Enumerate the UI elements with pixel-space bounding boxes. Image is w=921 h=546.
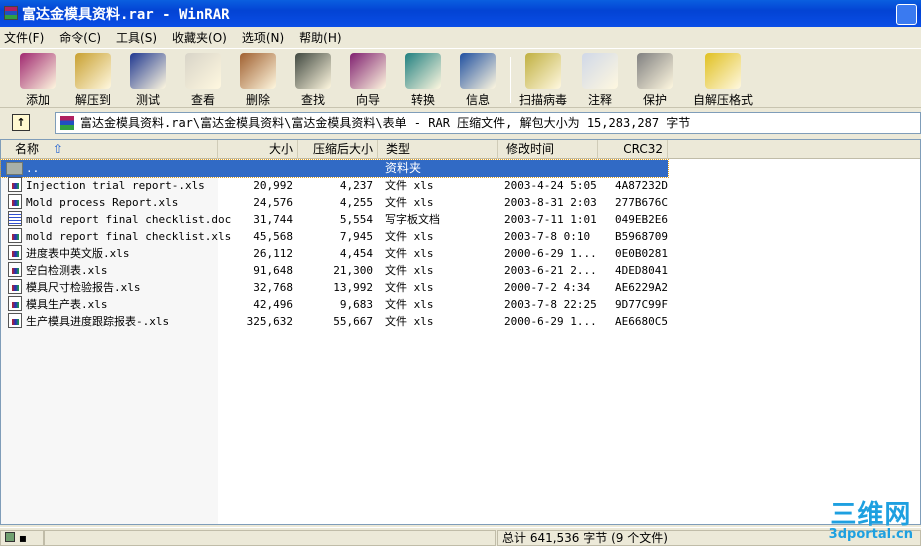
toolbar-button-2[interactable]: 测试 <box>121 53 175 108</box>
toolbar-button-11[interactable]: 保护 <box>628 53 682 108</box>
toolbar-label: 信息 <box>465 93 490 107</box>
column-name[interactable]: 名称 ⇧ <box>1 140 218 159</box>
toolbar-separator <box>510 57 511 103</box>
comment-icon <box>582 53 618 89</box>
toolbar-label: 查看 <box>190 93 215 107</box>
toolbar-button-3[interactable]: 查看 <box>176 53 230 108</box>
file-row[interactable]: mold report final checklist.doc 31,744 5… <box>1 211 668 228</box>
wizard-icon <box>350 53 386 89</box>
column-type[interactable]: 类型 <box>378 140 498 159</box>
winrar-icon <box>4 6 18 20</box>
toolbar-label: 添加 <box>25 93 50 107</box>
address-bar: ↑ 富达金模具资料.rar\富达金模具资料\富达金模具资料\表单 - RAR 压… <box>0 110 921 136</box>
find-icon <box>295 53 331 89</box>
menu-item-1[interactable]: 命令(C) <box>59 29 101 46</box>
toolbar-label: 查找 <box>300 93 325 107</box>
file-row[interactable]: 生产模具进度跟踪报表-.xls 325,632 55,667 文件 xls 20… <box>1 313 668 330</box>
parent-folder-row[interactable]: .. 资料夹 <box>0 159 669 178</box>
file-row[interactable]: mold report final checklist.xls 45,568 7… <box>1 228 668 245</box>
status-icons: ▪ <box>0 530 44 546</box>
folder-icon <box>6 162 23 175</box>
convert-icon <box>405 53 441 89</box>
toolbar-label: 删除 <box>245 93 270 107</box>
toolbar-label: 解压到 <box>74 93 111 107</box>
xls-file-icon <box>8 313 22 328</box>
toolbar-label: 转换 <box>410 93 435 107</box>
minimize-button[interactable] <box>896 4 917 25</box>
toolbar-button-8[interactable]: 信息 <box>451 53 505 108</box>
menu-item-0[interactable]: 文件(F) <box>4 29 44 46</box>
xls-file-icon <box>8 279 22 294</box>
sfx-icon <box>705 53 741 89</box>
menu-item-5[interactable]: 帮助(H) <box>299 29 341 46</box>
toolbar-button-5[interactable]: 查找 <box>286 53 340 108</box>
key-icon: ▪ <box>18 531 27 545</box>
file-row[interactable]: 进度表中英文版.xls 26,112 4,454 文件 xls 2000-6-2… <box>1 245 668 262</box>
xls-file-icon <box>8 177 22 192</box>
file-row[interactable]: 空白检测表.xls 91,648 21,300 文件 xls 2003-6-21… <box>1 262 668 279</box>
up-folder-button[interactable]: ↑ <box>12 114 30 131</box>
toolbar-button-1[interactable]: 解压到 <box>66 53 120 108</box>
menu-item-4[interactable]: 选项(N) <box>242 29 284 46</box>
drive-icon <box>5 532 15 542</box>
toolbar-button-9[interactable]: 扫描病毒 <box>516 53 570 108</box>
column-crc[interactable]: CRC32 <box>598 140 668 159</box>
view-icon <box>185 53 221 89</box>
toolbar-label: 保护 <box>642 93 667 107</box>
column-packed[interactable]: 压缩后大小 <box>298 140 378 159</box>
delete-icon <box>240 53 276 89</box>
doc-file-icon <box>8 211 22 226</box>
xls-file-icon <box>8 228 22 243</box>
list-header: 名称 ⇧ 大小 压缩后大小 类型 修改时间 CRC32 <box>1 140 920 159</box>
path-text: 富达金模具资料.rar\富达金模具资料\富达金模具资料\表单 - RAR 压缩文… <box>80 116 691 130</box>
archive-icon <box>60 116 74 130</box>
toolbar: 添加 解压到 测试 查看 删除 查找 向导 转换 信息 扫描病毒 注释 保护 自解压格式 <box>0 48 921 108</box>
toolbar-label: 注释 <box>587 93 612 107</box>
xls-file-icon <box>8 296 22 311</box>
file-row[interactable]: 模具尺寸检验报告.xls 32,768 13,992 文件 xls 2000-7… <box>1 279 668 296</box>
status-bar: ▪ 总计 641,536 字节 (9 个文件) <box>0 527 921 546</box>
title-bar: 富达金模具资料.rar - WinRAR <box>0 0 921 27</box>
toolbar-label: 向导 <box>355 93 380 107</box>
toolbar-label: 自解压格式 <box>692 93 753 107</box>
file-row[interactable]: Injection trial report-.xls 20,992 4,237… <box>1 177 668 194</box>
virus-scan-icon <box>525 53 561 89</box>
column-size[interactable]: 大小 <box>218 140 298 159</box>
file-list[interactable]: 名称 ⇧ 大小 压缩后大小 类型 修改时间 CRC32 .. 资料夹 Injec… <box>0 139 921 525</box>
toolbar-button-10[interactable]: 注释 <box>573 53 627 108</box>
toolbar-button-6[interactable]: 向导 <box>341 53 395 108</box>
column-modified[interactable]: 修改时间 <box>498 140 598 159</box>
watermark-logo: 三维网 3dportal.cn <box>828 500 913 542</box>
toolbar-button-12[interactable]: 自解压格式 <box>691 53 755 108</box>
path-field[interactable]: 富达金模具资料.rar\富达金模具资料\富达金模具资料\表单 - RAR 压缩文… <box>55 112 921 134</box>
sort-up-icon: ⇧ <box>52 142 63 156</box>
toolbar-button-7[interactable]: 转换 <box>396 53 450 108</box>
xls-file-icon <box>8 245 22 260</box>
protect-icon <box>637 53 673 89</box>
file-row[interactable]: Mold process Report.xls 24,576 4,255 文件 … <box>1 194 668 211</box>
toolbar-label: 测试 <box>135 93 160 107</box>
xls-file-icon <box>8 262 22 277</box>
menu-item-2[interactable]: 工具(S) <box>116 29 157 46</box>
toolbar-button-0[interactable]: 添加 <box>11 53 65 108</box>
info-icon <box>460 53 496 89</box>
menu-item-3[interactable]: 收藏夹(O) <box>172 29 227 46</box>
file-row[interactable]: 模具生产表.xls 42,496 9,683 文件 xls 2003-7-8 2… <box>1 296 668 313</box>
menu-bar: 文件(F) 命令(C) 工具(S) 收藏夹(O) 选项(N) 帮助(H) <box>0 27 921 47</box>
extract-icon <box>75 53 111 89</box>
toolbar-label: 扫描病毒 <box>518 93 567 107</box>
add-archive-icon <box>20 53 56 89</box>
test-icon <box>130 53 166 89</box>
xls-file-icon <box>8 194 22 209</box>
window-title: 富达金模具资料.rar - WinRAR <box>22 6 230 23</box>
toolbar-button-4[interactable]: 删除 <box>231 53 285 108</box>
